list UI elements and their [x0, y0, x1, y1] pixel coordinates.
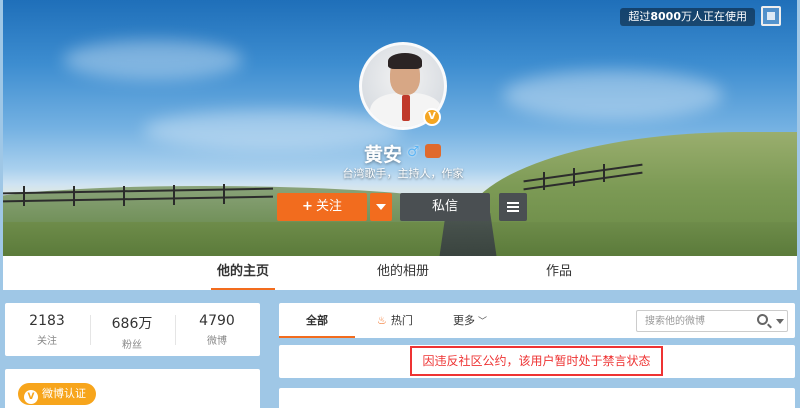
- filter-all[interactable]: 全部: [279, 303, 355, 338]
- users-count-badge: 超过8000万人正在使用: [620, 8, 755, 26]
- filter-more[interactable]: 更多 ﹀: [453, 303, 487, 338]
- chevron-down-icon: ﹀: [478, 317, 488, 327]
- notice-card: 因违反社区公约，该用户暂时处于禁言状态: [279, 345, 795, 378]
- more-menu-button[interactable]: [499, 193, 527, 221]
- profile-tabs: 他的主页 他的相册 作品: [3, 256, 797, 290]
- stat-followers[interactable]: 686万 粉丝: [90, 313, 174, 351]
- profile-description: 台湾歌手，主持人，作家: [342, 167, 464, 180]
- follow-button[interactable]: + 关注: [277, 193, 367, 221]
- stat-following[interactable]: 2183 关注: [5, 313, 89, 347]
- verify-card: V 微博认证: [5, 369, 260, 408]
- male-icon: ♂: [407, 144, 420, 160]
- fire-icon: ♨: [377, 314, 387, 327]
- weibo-verified-badge[interactable]: V 微博认证: [18, 383, 96, 405]
- tab-home[interactable]: 他的主页: [211, 256, 275, 290]
- plus-icon: +: [302, 199, 313, 214]
- tab-photos[interactable]: 他的相册: [371, 256, 435, 290]
- skin-settings-icon[interactable]: [761, 6, 781, 26]
- search-input[interactable]: [645, 313, 755, 329]
- profile-cover: 超过8000万人正在使用 V 黄安 ♂ 台湾歌手，主持人，作家 + 关注 私信: [3, 0, 797, 256]
- feed-search: [636, 310, 788, 332]
- verified-icon: V: [423, 108, 441, 126]
- search-icon[interactable]: [757, 314, 768, 325]
- level-icon[interactable]: [425, 144, 441, 158]
- follow-dropdown-button[interactable]: [370, 193, 392, 221]
- tab-works[interactable]: 作品: [539, 256, 579, 290]
- profile-name: 黄安: [364, 144, 403, 166]
- ban-notice: 因违反社区公约，该用户暂时处于禁言状态: [410, 346, 663, 376]
- feed-filter-bar: 全部 ♨ 热门 更多 ﹀: [279, 303, 795, 338]
- filter-hot[interactable]: ♨ 热门: [377, 303, 413, 338]
- search-dropdown-icon[interactable]: [776, 319, 784, 324]
- message-button[interactable]: 私信: [400, 193, 490, 221]
- post-card: [279, 388, 795, 408]
- stat-posts[interactable]: 4790 微博: [175, 313, 259, 347]
- stats-card: 2183 关注 686万 粉丝 4790 微博: [5, 303, 260, 356]
- v-icon: V: [24, 390, 38, 404]
